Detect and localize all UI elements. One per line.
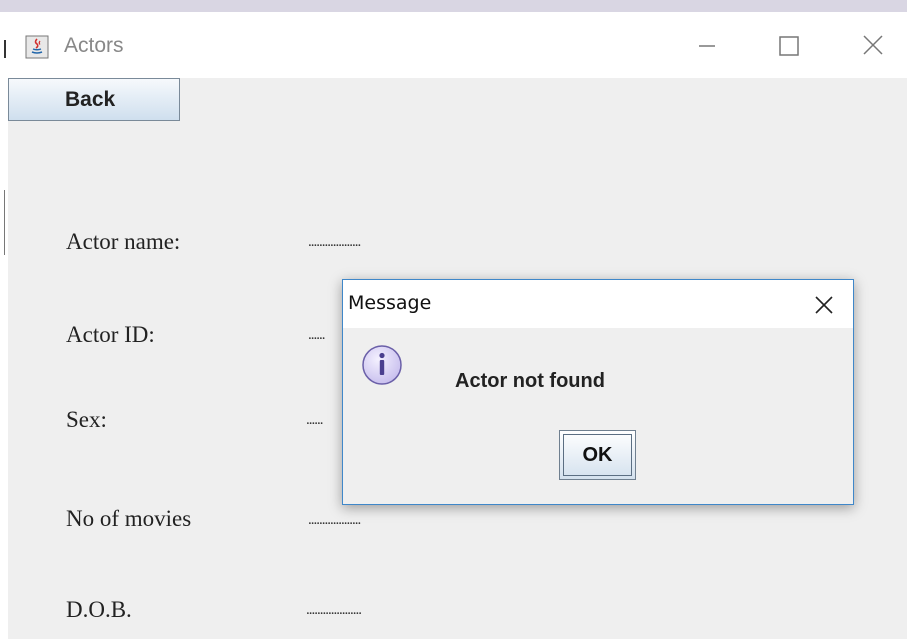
actor-id-value: ...... xyxy=(308,327,325,343)
java-app-icon xyxy=(25,35,49,59)
ok-button-label: OK xyxy=(563,434,632,476)
dialog-close-button[interactable] xyxy=(811,292,837,318)
actor-name-label: Actor name: xyxy=(66,229,181,254)
ok-button[interactable]: OK xyxy=(559,430,636,480)
minimize-button[interactable] xyxy=(684,22,730,68)
actor-name-value: ................... xyxy=(308,234,361,250)
edge-artifact xyxy=(4,190,5,255)
desktop-background-strip xyxy=(0,0,907,12)
maximize-button[interactable] xyxy=(766,22,812,68)
no-of-movies-label: No of movies xyxy=(66,506,192,531)
info-icon xyxy=(362,345,402,385)
dialog-title-bar[interactable]: Message xyxy=(343,280,853,328)
edge-artifact xyxy=(4,40,6,58)
actor-id-label: Actor ID: xyxy=(66,322,155,347)
dialog-title: Message xyxy=(348,292,432,314)
dob-value: .................... xyxy=(306,602,362,618)
dialog-message: Actor not found xyxy=(455,370,605,392)
close-icon xyxy=(815,296,833,314)
maximize-icon xyxy=(779,36,799,56)
window-title: Actors xyxy=(64,34,124,57)
sex-value: ...... xyxy=(306,412,323,428)
no-of-movies-value: ................... xyxy=(308,512,361,528)
close-button[interactable] xyxy=(850,22,896,68)
back-button[interactable]: Back xyxy=(8,78,180,121)
sex-label: Sex: xyxy=(66,407,107,432)
dob-label: D.O.B. xyxy=(66,597,132,622)
close-icon xyxy=(863,35,883,55)
message-dialog: Message Actor not found OK xyxy=(342,279,854,505)
title-bar[interactable]: Actors xyxy=(8,12,907,78)
